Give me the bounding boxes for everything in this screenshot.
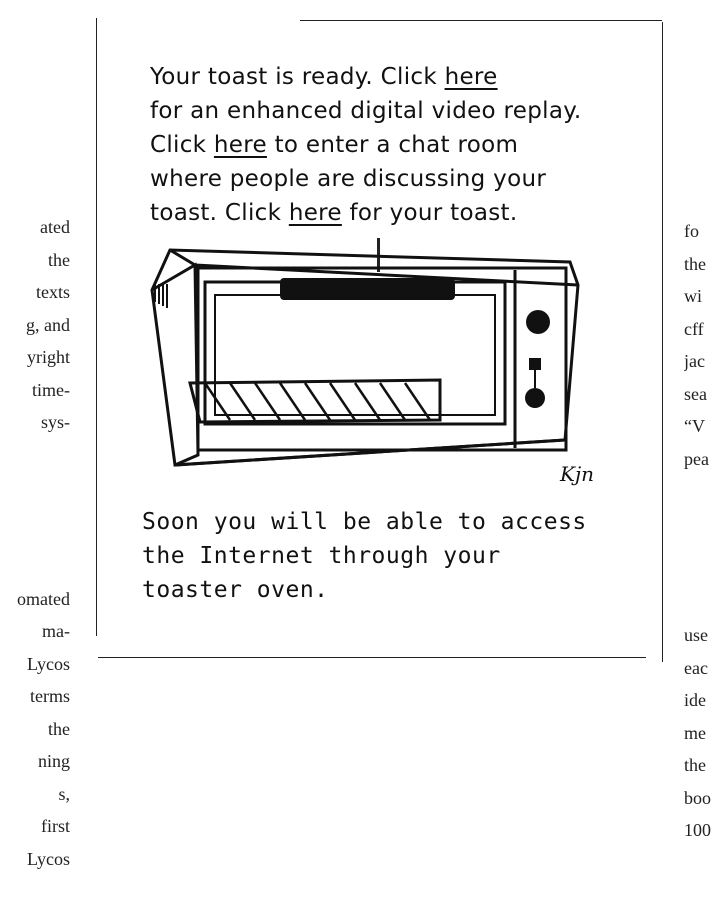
caption-top-line: Click here to enter a chat room [150, 128, 620, 162]
toaster-window-outer [203, 280, 507, 426]
caption-top-line: for an enhanced digital video replay. [150, 94, 620, 128]
right-column-line: sea [684, 383, 707, 404]
caption-top-line: toast. Click here for your toast. [150, 196, 620, 230]
caption-top-line: where people are discussing your [150, 162, 620, 196]
cartoon-frame-right [662, 22, 663, 662]
cartoon-frame-bottom [98, 657, 646, 658]
right-column-line: “V [684, 416, 705, 436]
left-column-line: yright [27, 347, 70, 367]
right-column-line: ide [684, 690, 706, 710]
toaster-knob-top [526, 310, 550, 334]
left-column-line: texts [36, 282, 70, 302]
cartoon-frame-left [96, 18, 97, 636]
right-column-line: fo [684, 221, 699, 241]
caption-bottom-line: the Internet through your [142, 543, 501, 569]
left-column-paragraph-b: omated ma- Lycos terms the ning s, first Lycos [0, 583, 70, 876]
toaster-base [174, 438, 566, 467]
left-column-line: the [48, 718, 70, 739]
left-column-line: omated [17, 588, 70, 609]
caption-text: where people are discussing your [150, 166, 547, 192]
left-column-line: Lycos [27, 848, 70, 869]
caption-text: for your toast. [341, 200, 518, 226]
caption-bottom-line: Soon you will be able to access [142, 509, 587, 535]
right-column-line: me [684, 722, 706, 743]
left-column-line: s, [58, 783, 70, 804]
cartoon-caption-top: Your toast is ready. Click here for an en… [150, 60, 620, 230]
right-column-line: 100 [684, 820, 711, 840]
caption-text: to enter a chat room [266, 132, 519, 158]
toaster-handle [280, 278, 455, 300]
caption-text: Your toast is ready. Click [150, 64, 445, 90]
right-column-line: the [684, 755, 706, 775]
right-column-line: jac [684, 351, 705, 371]
left-column-line: sys- [40, 412, 70, 432]
toaster-window-inner [214, 294, 496, 416]
left-column-line: terms [30, 686, 70, 706]
right-column-line: boo [684, 787, 711, 808]
left-text-column: ated the texts g, and yright time-sys- omated… [0, 146, 70, 908]
right-column-line: cff [684, 318, 704, 339]
right-column-line: use [684, 625, 708, 645]
toaster-oven-illustration [150, 248, 580, 467]
here-link: here [288, 200, 342, 226]
left-column-line: the [48, 249, 70, 270]
caption-bottom-line: toaster oven. [142, 577, 329, 603]
here-link: here [213, 132, 267, 158]
right-column-paragraph-b: use eac ide me the boo 100 [684, 619, 712, 847]
right-text-column: fo the wi cff jac sea “V pea use eac ide me the boo 1… [684, 150, 712, 879]
caption-text: for an enhanced digital video replay. [150, 98, 582, 124]
left-column-line: time- [32, 379, 70, 400]
left-column-line: ning [37, 751, 70, 771]
right-column-line: eac [684, 657, 708, 678]
right-column-line: wi [684, 286, 702, 306]
toaster-switch [529, 358, 541, 370]
left-column-line: Lycos [27, 653, 70, 674]
here-link: here [444, 64, 498, 90]
right-column-paragraph-a: fo the wi cff jac sea “V pea [684, 215, 712, 475]
cartoon-frame-top [300, 20, 662, 21]
left-column-line: g, and [26, 314, 70, 335]
right-column-line: pea [684, 448, 709, 469]
left-column-paragraph-a: ated the texts g, and yright time-sys- [0, 211, 70, 439]
cartoon-caption-bottom: Soon you will be able to access the Inter… [142, 505, 612, 607]
caption-text: toast. Click [150, 200, 289, 226]
toaster-knob-bottom [525, 388, 545, 408]
left-column-line: ma- [42, 621, 70, 641]
left-column-line: first [41, 816, 70, 836]
left-column-line: ated [40, 217, 70, 237]
caption-text: Click [150, 132, 214, 158]
artist-signature: Kjn [560, 462, 595, 486]
right-column-line: the [684, 253, 706, 274]
caption-top-line: Your toast is ready. Click here [150, 60, 620, 94]
